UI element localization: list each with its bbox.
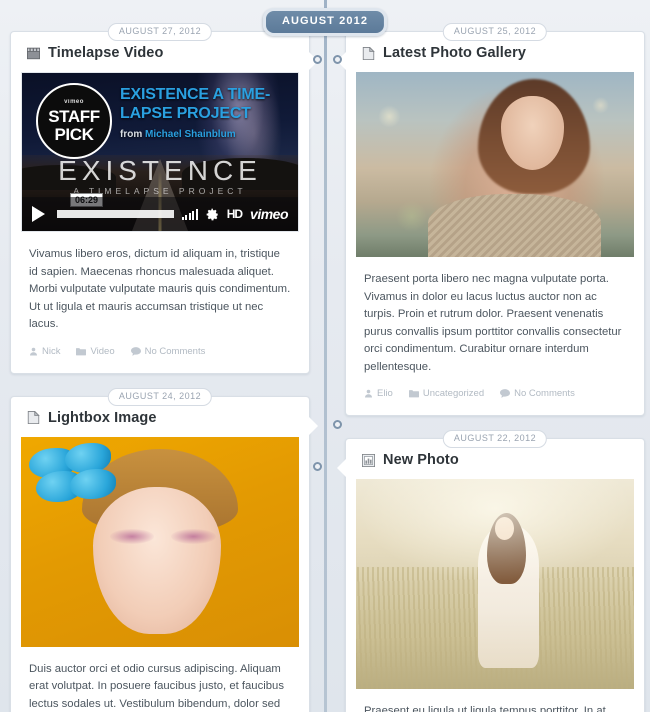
post-title-text: Timelapse Video: [48, 45, 164, 61]
volume-icon[interactable]: [181, 208, 198, 220]
video-controls[interactable]: HD vimeo: [22, 197, 298, 231]
post-title-text: Lightbox Image: [48, 409, 157, 426]
post-title-text: New Photo: [383, 452, 459, 468]
video-overlay-title: EXISTENCE: [58, 155, 262, 186]
timeline-dot: [313, 462, 322, 471]
video-frame: vimeo STAFF PICK EXISTENCE A TIME-LAPSE …: [22, 73, 298, 231]
portrait-field-image: [356, 72, 634, 257]
meta-author[interactable]: Elio: [364, 388, 393, 399]
meta-category-text: Video: [90, 345, 115, 357]
timeline-dot: [313, 55, 322, 64]
post-card[interactable]: AUGUST 22, 2012 New Photo Praesent eu li…: [313, 430, 645, 712]
meta-author-text: Elio: [377, 388, 393, 399]
meta-comments[interactable]: No Comments: [130, 345, 206, 357]
post-excerpt: Praesent porta libero nec magna vulputat…: [364, 273, 622, 373]
post-card[interactable]: AUGUST 27, 2012 Timelapse Video vimeo ST…: [10, 23, 342, 374]
post-date: AUGUST 24, 2012: [107, 387, 213, 406]
staff-pick-line1: STAFF: [48, 107, 100, 126]
gear-icon[interactable]: [206, 208, 219, 221]
post-date: AUGUST 25, 2012: [442, 23, 548, 41]
document-icon: [362, 46, 375, 60]
meta-category-text: Uncategorized: [422, 388, 485, 399]
user-icon: [30, 347, 37, 355]
timeline-dot: [333, 55, 342, 64]
meta-category[interactable]: Uncategorized: [408, 388, 485, 399]
comment-icon: [130, 346, 141, 356]
comment-icon: [500, 389, 511, 398]
video-headline: EXISTENCE A TIME-LAPSE PROJECT: [120, 86, 271, 122]
vimeo-logo[interactable]: vimeo: [250, 206, 288, 222]
timeline-column-left: AUGUST 27, 2012 Timelapse Video vimeo ST…: [10, 23, 342, 712]
post-card[interactable]: AUGUST 25, 2012 Latest Photo Gallery Pra…: [313, 23, 645, 416]
flower-decoration: [29, 442, 118, 502]
post-excerpt: Vivamus libero eros, dictum id aliquam i…: [29, 248, 291, 330]
video-from-prefix: from: [120, 129, 143, 140]
meta-category[interactable]: Video: [76, 345, 115, 357]
post-excerpt: Praesent eu ligula ut ligula tempus port…: [364, 705, 606, 712]
meta-comments[interactable]: No Comments: [500, 388, 575, 399]
staff-pick-line2: PICK: [54, 125, 94, 144]
meta-comments-text: No Comments: [144, 345, 206, 357]
staff-pick-badge: vimeo STAFF PICK: [36, 83, 112, 159]
month-badge[interactable]: AUGUST 2012: [262, 8, 388, 36]
post-card[interactable]: AUGUST 24, 2012 Lightbox Image Duis auct…: [10, 387, 342, 712]
folder-icon: [76, 347, 87, 355]
post-image[interactable]: [21, 436, 299, 647]
picture-icon: [362, 453, 375, 467]
field-girl-image: [356, 479, 634, 689]
film-icon: [27, 47, 40, 59]
post-meta: Nick Video No Comments: [11, 334, 309, 367]
post-date: AUGUST 27, 2012: [107, 23, 213, 41]
card-notch: [337, 459, 346, 477]
video-author[interactable]: Michael Shainblum: [145, 129, 236, 140]
meta-author-text: Nick: [42, 345, 61, 357]
post-title-text: Latest Photo Gallery: [383, 45, 527, 61]
staff-pick-brand: vimeo: [64, 99, 84, 105]
post-date: AUGUST 22, 2012: [442, 430, 548, 448]
timeline-columns: AUGUST 27, 2012 Timelapse Video vimeo ST…: [0, 0, 650, 712]
hd-icon[interactable]: HD: [227, 207, 243, 221]
document-icon: [27, 411, 40, 424]
folder-icon: [408, 390, 419, 398]
meta-author[interactable]: Nick: [29, 346, 60, 357]
post-image[interactable]: [356, 72, 634, 257]
post-image[interactable]: [356, 479, 634, 689]
video-overlay-subtitle: A TIMELAPSE PROJECT: [73, 186, 247, 196]
video-player[interactable]: vimeo STAFF PICK EXISTENCE A TIME-LAPSE …: [21, 72, 299, 232]
post-excerpt: Duis auctor orci et odio cursus adipisci…: [29, 662, 284, 710]
play-icon[interactable]: [32, 206, 45, 222]
post-meta: Elio Uncategorized No Comments: [346, 376, 644, 409]
meta-comments-text: No Comments: [514, 388, 575, 399]
scrubber[interactable]: [57, 210, 174, 218]
timeline-column-right: AUGUST 25, 2012 Latest Photo Gallery Pra…: [313, 23, 645, 712]
video-author-line: from Michael Shainblum: [120, 129, 236, 140]
card-notch: [309, 416, 318, 435]
portrait-yellow-image: [21, 436, 299, 647]
user-icon: [365, 389, 372, 398]
timeline-dot: [333, 419, 342, 429]
